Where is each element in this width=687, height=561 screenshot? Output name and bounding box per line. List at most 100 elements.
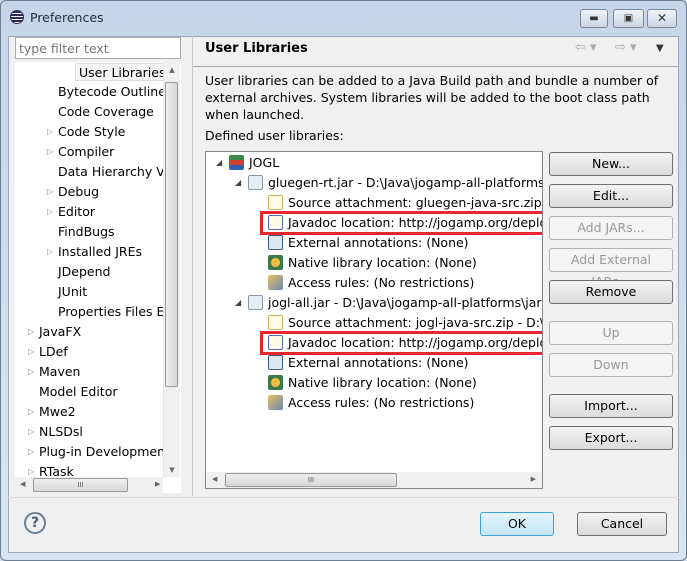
native-library-icon	[268, 375, 283, 390]
annotations-icon	[268, 235, 283, 250]
tree-item[interactable]: JUnit	[58, 283, 87, 301]
tree-item[interactable]: Installed JREs	[58, 243, 142, 261]
source-icon	[268, 315, 283, 330]
tree-item[interactable]: JavaFX	[39, 323, 81, 341]
defined-libraries-label: Defined user libraries:	[205, 128, 344, 143]
window-title: Preferences	[30, 10, 104, 25]
highlight-box	[260, 331, 542, 355]
tree-item[interactable]: JDepend	[58, 263, 110, 281]
tree-item[interactable]: NLSDsl	[39, 423, 83, 441]
tree-hscroll-thumb[interactable]: III	[33, 478, 128, 492]
access-rules-icon	[268, 395, 283, 410]
help-icon[interactable]: ?	[24, 512, 46, 534]
expand-arrow-icon[interactable]: ▷	[28, 403, 34, 421]
forward-icon[interactable]: ⇨ ▾	[615, 40, 637, 55]
expand-arrow-icon[interactable]: ▷	[28, 363, 34, 381]
tree-item[interactable]: Bytecode Outline	[58, 83, 166, 101]
library-item-label: External annotations: (None)	[288, 355, 469, 370]
close-button[interactable]: ✕	[647, 9, 677, 28]
up-button[interactable]: Up	[549, 321, 673, 345]
expand-arrow-icon[interactable]: ▷	[47, 203, 53, 221]
header-separator	[193, 66, 679, 67]
library-tree-item[interactable]: jogl-all.jar - D:\Java\jogamp-all-platfo…	[248, 293, 542, 313]
tree-item[interactable]: Properties Files Ed	[58, 303, 172, 321]
jar-icon	[248, 175, 263, 190]
library-tree-item: External annotations: (None)	[268, 353, 469, 373]
library-item-label: Native library location: (None)	[288, 255, 477, 270]
library-tree-item: Access rules: (No restrictions)	[268, 273, 474, 293]
tree-item[interactable]: Debug	[58, 183, 99, 201]
cancel-button[interactable]: Cancel	[577, 512, 667, 536]
tree-item[interactable]: Editor	[58, 203, 95, 221]
annotations-icon	[268, 355, 283, 370]
new-button[interactable]: New...	[549, 152, 673, 176]
library-tree-item: Source attachment: gluegen-java-src.zip …	[268, 193, 542, 213]
remove-button[interactable]: Remove	[549, 280, 673, 304]
down-button[interactable]: Down	[549, 353, 673, 377]
filter-input[interactable]	[15, 37, 181, 59]
minimize-button[interactable]: ▬	[580, 9, 608, 28]
access-rules-icon	[268, 275, 283, 290]
tree-item[interactable]: Data Hierarchy Vie	[58, 163, 176, 181]
library-item-label: External annotations: (None)	[288, 235, 469, 250]
tree-item[interactable]: Model Editor	[39, 383, 118, 401]
tree-item[interactable]: LDef	[39, 343, 68, 361]
library-tree-item: External annotations: (None)	[268, 233, 469, 253]
collapse-arrow-icon[interactable]: ◢	[235, 174, 241, 192]
expand-arrow-icon[interactable]: ▷	[47, 143, 53, 161]
library-icon	[229, 155, 244, 170]
expand-arrow-icon[interactable]: ▷	[47, 123, 53, 141]
collapse-arrow-icon[interactable]: ◢	[216, 154, 222, 172]
collapse-arrow-icon[interactable]: ◢	[235, 294, 241, 312]
tree-scroll-thumb[interactable]	[165, 82, 178, 387]
library-item-label: Source attachment: gluegen-java-src.zip …	[288, 195, 542, 210]
expand-arrow-icon[interactable]: ▷	[28, 443, 34, 461]
user-libraries-tree: ◢ JOGL ◢ gluegen-rt.jar - D:\Java\jogamp-al…	[205, 151, 543, 489]
library-item-label: Access rules: (No restrictions)	[288, 275, 475, 290]
tree-item[interactable]: Plug-in Development	[39, 443, 170, 461]
tree-item[interactable]: User Libraries	[75, 63, 170, 81]
library-item-label: Native library location: (None)	[288, 375, 477, 390]
tree-item[interactable]: FindBugs	[58, 223, 115, 241]
expand-arrow-icon[interactable]: ▷	[28, 423, 34, 441]
preferences-tree: User Libraries Bytecode Outline Code Cover…	[15, 62, 181, 493]
library-item-label: gluegen-rt.jar - D:\Java\jogamp-all-plat…	[268, 175, 543, 190]
import-button[interactable]: Import...	[549, 394, 673, 418]
back-icon[interactable]: ⇦ ▾	[575, 40, 597, 55]
library-tree-item: Native library location: (None)	[268, 253, 477, 273]
library-tree-item[interactable]: JOGL	[229, 153, 279, 173]
library-tree-item: Access rules: (No restrictions)	[268, 393, 474, 413]
add-external-jars-button[interactable]: Add External JARs...	[549, 248, 673, 289]
maximize-button[interactable]: ▣	[613, 9, 644, 28]
tree-item[interactable]: Code Style	[58, 123, 125, 141]
tree-item[interactable]: Maven	[39, 363, 80, 381]
eclipse-icon	[10, 10, 24, 24]
sash-divider[interactable]	[192, 36, 193, 496]
footer-separator	[8, 497, 679, 498]
tree-item[interactable]: Mwe2	[39, 403, 76, 421]
library-tree-item[interactable]: gluegen-rt.jar - D:\Java\jogamp-all-plat…	[248, 173, 543, 193]
library-item-label: JOGL	[249, 155, 280, 170]
export-button[interactable]: Export...	[549, 426, 673, 450]
source-icon	[268, 195, 283, 210]
native-library-icon	[268, 255, 283, 270]
add-jars-button[interactable]: Add JARs...	[549, 216, 673, 240]
highlight-box	[260, 211, 542, 235]
page-title: User Libraries	[205, 41, 308, 56]
library-tree-item: Native library location: (None)	[268, 373, 477, 393]
expand-arrow-icon[interactable]: ▷	[47, 243, 53, 261]
expand-arrow-icon[interactable]: ▷	[28, 343, 34, 361]
view-menu-icon[interactable]: ▼	[656, 43, 664, 54]
library-item-label: jogl-all.jar - D:\Java\jogamp-all-platfo…	[268, 295, 542, 310]
expand-arrow-icon[interactable]: ▷	[28, 323, 34, 341]
library-tree-item: Source attachment: jogl-java-src.zip - D…	[268, 313, 543, 333]
tree-item[interactable]: Code Coverage	[58, 103, 154, 121]
library-item-label: Source attachment: jogl-java-src.zip - D…	[288, 315, 543, 330]
libraries-hscroll-thumb[interactable]: III	[225, 473, 397, 487]
tree-item[interactable]: Compiler	[58, 143, 114, 161]
jar-icon	[248, 295, 263, 310]
library-item-label: Access rules: (No restrictions)	[288, 395, 475, 410]
edit-button[interactable]: Edit...	[549, 184, 673, 208]
ok-button[interactable]: OK	[480, 512, 554, 536]
expand-arrow-icon[interactable]: ▷	[47, 183, 53, 201]
